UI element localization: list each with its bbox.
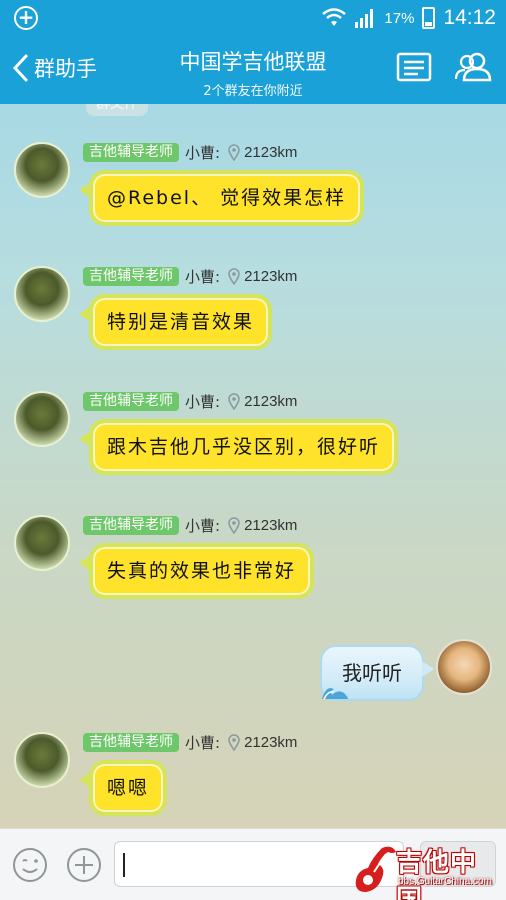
back-button[interactable]: 群助手 <box>12 50 97 86</box>
distance: 2123km <box>244 143 298 161</box>
message-meta: 吉他辅导老师 小曹: 2123km <box>83 266 297 286</box>
member-tag: 吉他辅导老师 <box>83 391 179 411</box>
group-subtitle: 2个群友在你附近 <box>203 84 303 99</box>
location-pin-icon <box>228 143 240 161</box>
group-files-tag[interactable]: 群文件 <box>86 104 148 116</box>
plus-icon[interactable] <box>66 847 102 883</box>
avatar[interactable] <box>14 142 70 198</box>
watermark-url: bbs.GuitarChina.com <box>398 876 492 887</box>
location-pin-icon <box>228 516 240 534</box>
signal-icon <box>355 9 374 28</box>
distance: 2123km <box>244 392 298 410</box>
title-area: 中国学吉他联盟 2个群友在你附近 <box>110 46 396 99</box>
location-pin-icon <box>228 733 240 751</box>
sender-name[interactable]: 小曹: <box>185 142 220 163</box>
distance: 2123km <box>244 267 298 285</box>
location-pin-icon <box>228 392 240 410</box>
distance: 2123km <box>244 733 298 751</box>
back-label: 群助手 <box>34 58 97 81</box>
location-pin-icon <box>228 267 240 285</box>
battery-percent: 17% <box>384 9 415 27</box>
watermark: 吉他中国 bbs.GuitarChina.com <box>352 842 502 900</box>
message-bubble[interactable]: 特别是清音效果 <box>78 294 273 350</box>
message-bubble[interactable]: 嗯嗯 <box>78 760 168 816</box>
status-indicators: 17% 14:12 <box>322 4 496 32</box>
chat-header: 群助手 中国学吉他联盟 2个群友在你附近 <box>0 36 506 104</box>
wave-decoration-icon <box>322 688 348 700</box>
group-title: 中国学吉他联盟 <box>179 51 327 74</box>
my-message-row: 我听听 <box>0 639 506 709</box>
sender-name[interactable]: 小曹: <box>185 266 220 287</box>
chevron-left-icon <box>12 53 29 83</box>
emoji-icon[interactable] <box>12 847 48 883</box>
sender-name[interactable]: 小曹: <box>185 732 220 753</box>
message-bubble[interactable]: @Rebel、 觉得效果怎样 <box>78 170 365 226</box>
message-bubble[interactable]: 失真的效果也非常好 <box>78 543 315 599</box>
message-bubble[interactable]: 跟木吉他几乎没区别，很好听 <box>78 419 399 475</box>
battery-icon <box>422 7 436 29</box>
message-meta: 吉他辅导老师 小曹: 2123km <box>83 515 297 535</box>
my-message-bubble[interactable]: 我听听 <box>320 645 434 701</box>
message-meta: 吉他辅导老师 小曹: 2123km <box>83 142 297 162</box>
avatar[interactable] <box>14 732 70 788</box>
watermark-title: 吉他中国 <box>396 848 478 900</box>
wifi-icon <box>322 8 347 26</box>
text-caret <box>123 853 125 877</box>
guitar-logo-icon <box>355 846 396 892</box>
avatar[interactable] <box>14 515 70 571</box>
group-members-icon[interactable] <box>454 52 494 82</box>
sender-name[interactable]: 小曹: <box>185 515 220 536</box>
sender-name[interactable]: 小曹: <box>185 391 220 412</box>
announcement-icon[interactable] <box>396 52 432 82</box>
member-tag: 吉他辅导老师 <box>83 266 179 286</box>
avatar[interactable] <box>14 266 70 322</box>
add-notification-icon: + <box>14 6 38 30</box>
message-meta: 吉他辅导老师 小曹: 2123km <box>83 391 297 411</box>
member-tag: 吉他辅导老师 <box>83 515 179 535</box>
clock: 14:12 <box>443 6 496 29</box>
status-bar: + 17% 14:12 <box>0 0 506 36</box>
distance: 2123km <box>244 516 298 534</box>
my-message-text: 我听听 <box>342 661 402 685</box>
message-meta: 吉他辅导老师 小曹: 2123km <box>83 732 297 752</box>
avatar[interactable] <box>14 391 70 447</box>
my-avatar[interactable] <box>436 639 492 695</box>
member-tag: 吉他辅导老师 <box>83 732 179 752</box>
member-tag: 吉他辅导老师 <box>83 142 179 162</box>
chat-area[interactable]: 群文件 吉他辅导老师 小曹: 2123km @Rebel、 觉得效果怎样 吉他辅… <box>0 104 506 828</box>
